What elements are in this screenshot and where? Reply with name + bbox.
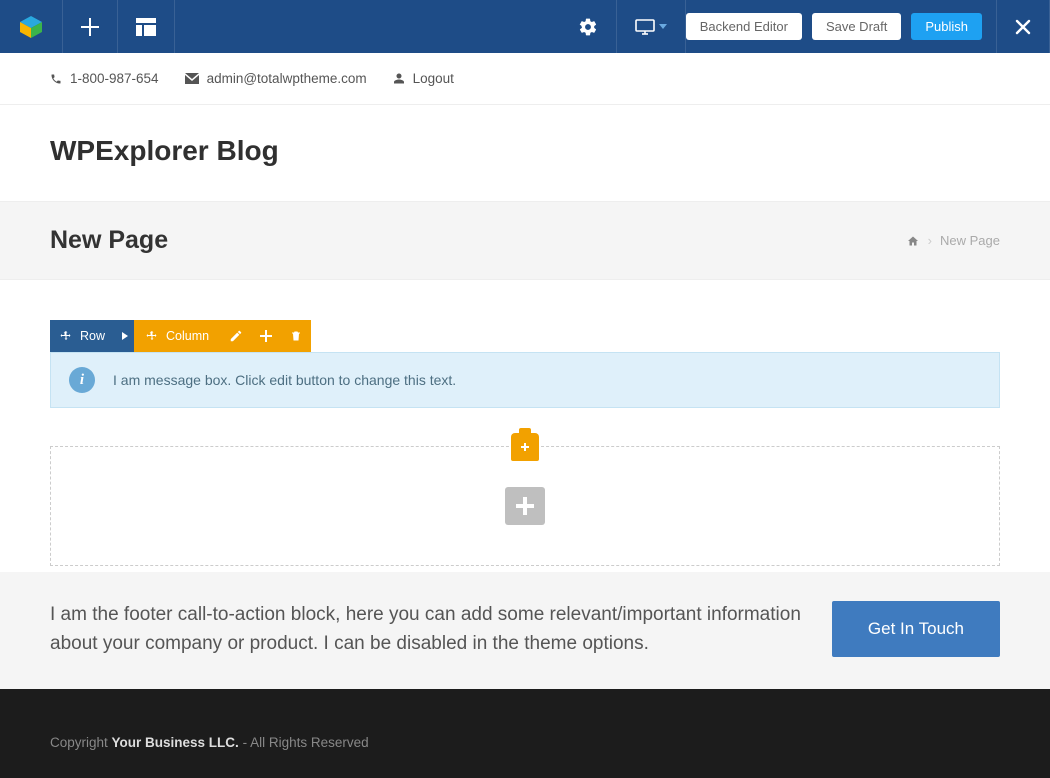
- add-element-inline-button[interactable]: [505, 487, 545, 525]
- message-box[interactable]: i I am message box. Click edit button to…: [50, 352, 1000, 408]
- logout-link[interactable]: Logout: [393, 71, 454, 86]
- top-info-bar: 1-800-987-654 admin@totalwptheme.com Log…: [0, 53, 1050, 105]
- column-actions: [221, 320, 311, 352]
- row-handle[interactable]: Row: [50, 320, 134, 352]
- admin-bar: Backend Editor Save Draft Publish: [0, 0, 1050, 53]
- info-icon: i: [69, 367, 95, 393]
- email-icon: [185, 73, 199, 84]
- empty-row[interactable]: [50, 446, 1000, 566]
- copyright-suffix: - All Rights Reserved: [239, 735, 369, 750]
- phone-item: 1-800-987-654: [50, 71, 159, 86]
- backend-editor-button[interactable]: Backend Editor: [686, 13, 802, 40]
- breadcrumb-current: New Page: [940, 233, 1000, 248]
- site-title-area: WPExplorer Blog: [0, 105, 1050, 201]
- email-item: admin@totalwptheme.com: [185, 71, 367, 86]
- user-icon: [393, 72, 405, 85]
- chevron-right-icon: ›: [928, 233, 932, 248]
- publish-button[interactable]: Publish: [911, 13, 982, 40]
- page-title: New Page: [50, 226, 168, 255]
- page-header: New Page › New Page: [0, 201, 1050, 280]
- admin-bar-spacer: [175, 0, 560, 53]
- vc-logo[interactable]: [0, 0, 63, 53]
- breadcrumb: › New Page: [906, 233, 1000, 248]
- settings-button[interactable]: [560, 0, 617, 53]
- edit-button[interactable]: [221, 320, 251, 352]
- site-footer: Copyright Your Business LLC. - All Right…: [0, 689, 1050, 778]
- add-button[interactable]: [251, 320, 281, 352]
- viewport-button[interactable]: [617, 0, 686, 53]
- logout-text: Logout: [413, 71, 454, 86]
- copyright-company: Your Business LLC.: [112, 735, 239, 750]
- paste-button[interactable]: [511, 433, 539, 461]
- column-label: Column: [166, 329, 209, 343]
- save-draft-button[interactable]: Save Draft: [812, 13, 901, 40]
- message-text: I am message box. Click edit button to c…: [113, 372, 456, 388]
- phone-icon: [50, 73, 62, 85]
- phone-text: 1-800-987-654: [70, 71, 159, 86]
- cta-button[interactable]: Get In Touch: [832, 601, 1000, 657]
- add-element-button[interactable]: [63, 0, 118, 53]
- element-toolbar: Row Column: [50, 320, 1000, 352]
- copyright-prefix: Copyright: [50, 735, 112, 750]
- editor-area: Row Column i I am message box. Click edi…: [0, 280, 1050, 566]
- column-handle[interactable]: Column: [134, 320, 221, 352]
- caret-right-icon: [122, 332, 128, 340]
- cta-text: I am the footer call-to-action block, he…: [50, 600, 802, 659]
- home-icon[interactable]: [906, 235, 920, 247]
- admin-bar-actions: Backend Editor Save Draft Publish: [686, 0, 996, 53]
- footer-cta: I am the footer call-to-action block, he…: [0, 572, 1050, 689]
- template-button[interactable]: [118, 0, 175, 53]
- site-title: WPExplorer Blog: [50, 135, 1000, 167]
- close-button[interactable]: [996, 0, 1050, 53]
- email-text: admin@totalwptheme.com: [207, 71, 367, 86]
- move-icon: [60, 330, 72, 342]
- move-icon: [146, 330, 158, 342]
- row-label: Row: [80, 329, 105, 343]
- delete-button[interactable]: [281, 320, 311, 352]
